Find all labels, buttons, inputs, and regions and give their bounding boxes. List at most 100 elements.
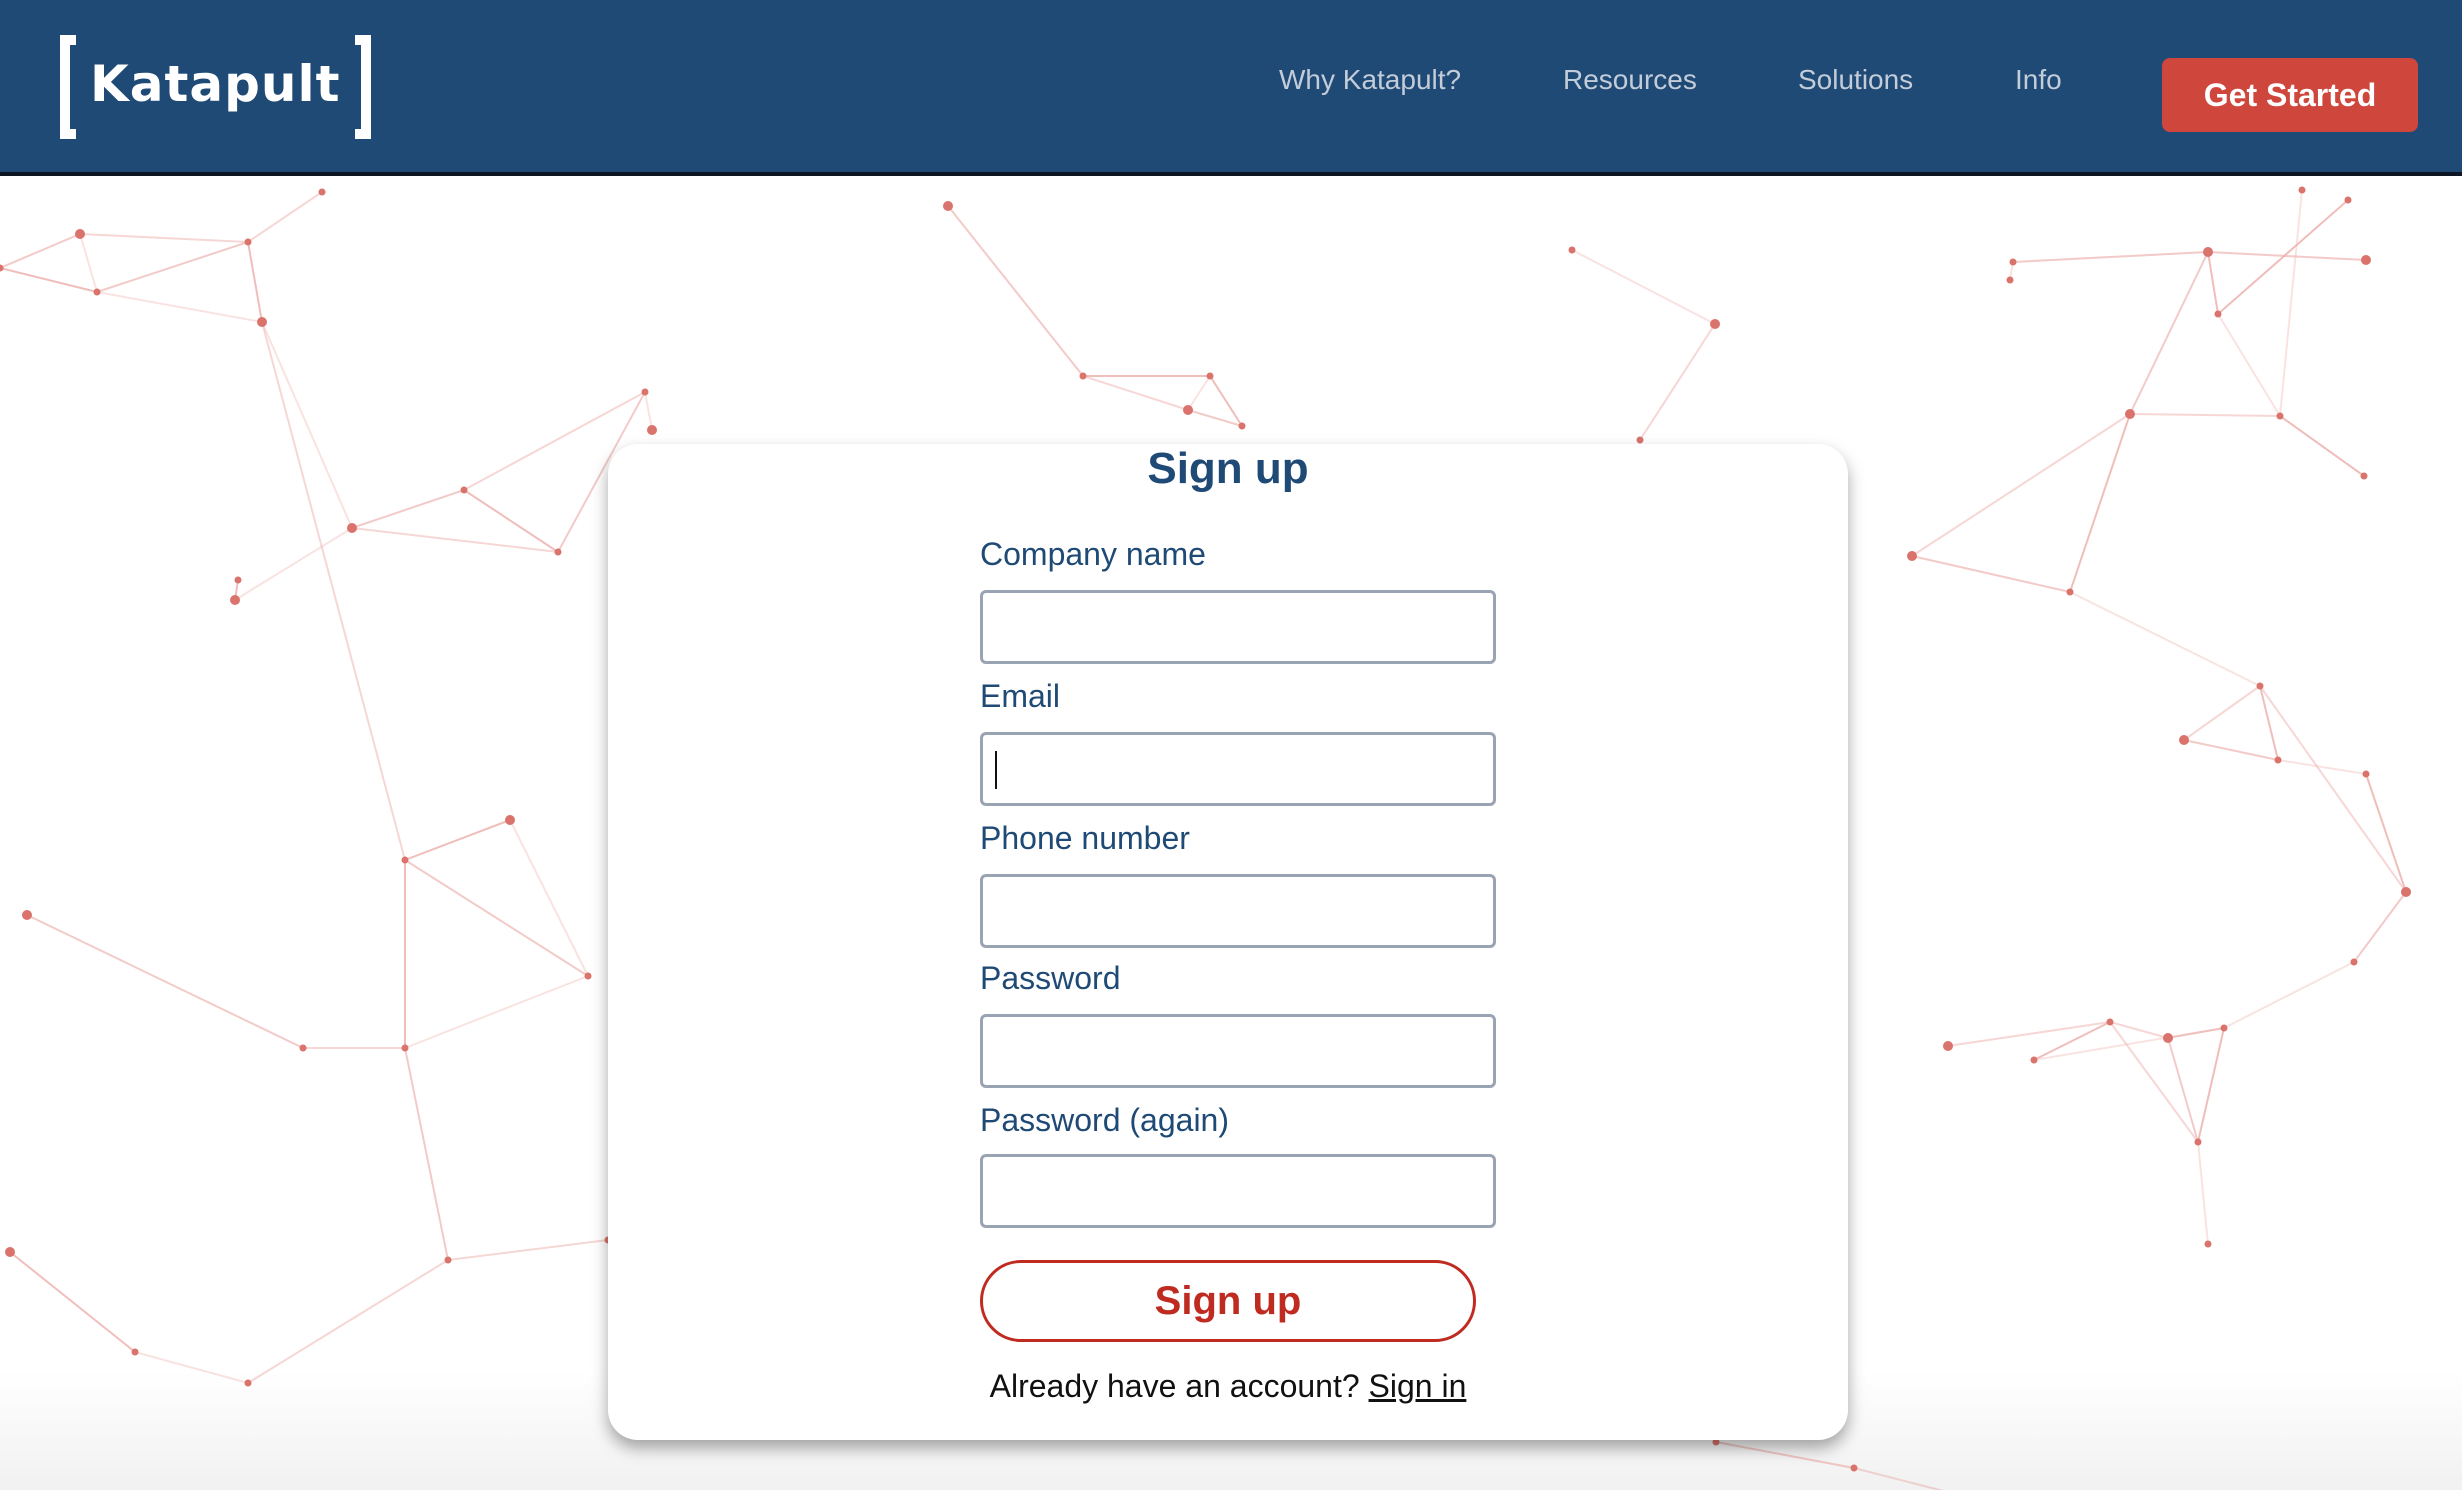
network-node — [2350, 958, 2358, 966]
network-node — [505, 815, 515, 825]
network-line — [1639, 323, 1716, 441]
network-line — [0, 233, 81, 269]
network-line — [96, 291, 263, 323]
network-line — [0, 267, 98, 293]
network-line — [2279, 415, 2365, 477]
password-again-label: Password (again) — [980, 1102, 1229, 1138]
network-node — [2401, 887, 2411, 897]
network-node — [444, 1256, 452, 1264]
navbar: Katapult Why Katapult? Resources Solutio… — [0, 0, 2462, 176]
network-node — [2203, 247, 2213, 257]
network-node — [131, 1348, 139, 1356]
network-node — [230, 595, 240, 605]
network-line — [2223, 961, 2355, 1029]
network-node — [2274, 756, 2282, 764]
network-line — [2365, 773, 2407, 893]
nav-resources[interactable]: Resources — [1563, 64, 1697, 96]
network-line — [2197, 1027, 2225, 1143]
signup-button[interactable]: Sign up — [980, 1260, 1476, 1342]
network-node — [2163, 1033, 2173, 1043]
network-line — [1082, 375, 1189, 411]
network-node — [647, 425, 657, 435]
network-node — [2214, 310, 2222, 318]
network-node — [2125, 409, 2135, 419]
network-line — [9, 1251, 136, 1353]
network-node — [5, 1247, 15, 1257]
network-line — [261, 321, 353, 529]
network-node — [460, 486, 468, 494]
network-node — [299, 1044, 307, 1052]
nav-solutions[interactable]: Solutions — [1798, 64, 1913, 96]
network-line — [247, 191, 323, 243]
network-line — [404, 859, 589, 977]
get-started-button[interactable]: Get Started — [2162, 58, 2418, 132]
network-node — [2204, 1240, 2212, 1248]
signup-card: Sign up Company name Email Phone number … — [608, 444, 1848, 1440]
network-line — [2207, 251, 2219, 315]
network-line — [1715, 1441, 1855, 1469]
network-line — [2129, 413, 2281, 417]
network-line — [1911, 555, 2071, 593]
network-line — [2167, 1037, 2199, 1143]
network-line — [96, 241, 249, 293]
network-line — [447, 1239, 609, 1261]
phone-number-input[interactable] — [980, 874, 1496, 948]
network-node — [234, 576, 242, 584]
network-node — [244, 1379, 252, 1387]
network-line — [2197, 1141, 2209, 1245]
network-line — [404, 1047, 449, 1261]
company-name-label: Company name — [980, 536, 1206, 572]
network-node — [554, 548, 562, 556]
network-line — [351, 489, 465, 529]
network-node — [943, 201, 953, 211]
network-line — [2069, 413, 2131, 593]
network-line — [644, 391, 653, 431]
network-line — [2183, 685, 2261, 741]
network-node — [1850, 1464, 1858, 1472]
network-line — [2259, 685, 2407, 893]
katapult-logo[interactable]: Katapult — [60, 34, 371, 140]
network-line — [2353, 891, 2407, 963]
network-line — [2012, 251, 2209, 263]
network-node — [257, 317, 267, 327]
network-node — [1238, 422, 1246, 430]
logo-text: Katapult — [90, 55, 341, 113]
password-again-input[interactable] — [980, 1154, 1496, 1228]
nav-info[interactable]: Info — [2015, 64, 2062, 96]
network-line — [2069, 591, 2261, 687]
network-node — [1710, 319, 1720, 329]
network-line — [509, 819, 589, 977]
network-line — [2109, 1021, 2169, 1039]
network-node — [2220, 1024, 2228, 1032]
signin-link[interactable]: Sign in — [1369, 1368, 1467, 1404]
network-line — [134, 1351, 249, 1384]
signin-prompt-text: Already have an account? — [989, 1368, 1360, 1404]
network-node — [2298, 186, 2306, 194]
network-node — [1907, 551, 1917, 561]
logo-bracket-right-icon — [354, 35, 371, 139]
network-line — [1853, 1467, 1944, 1490]
network-line — [234, 527, 353, 601]
email-input[interactable] — [980, 732, 1496, 806]
network-node — [1943, 1041, 1953, 1051]
network-node — [22, 910, 32, 920]
password-input[interactable] — [980, 1014, 1496, 1088]
network-node — [244, 238, 252, 246]
company-name-input[interactable] — [980, 590, 1496, 664]
network-line — [947, 205, 1084, 377]
network-node — [2106, 1018, 2114, 1026]
page: Katapult Why Katapult? Resources Solutio… — [0, 0, 2462, 1490]
network-node — [584, 972, 592, 980]
network-line — [2183, 739, 2279, 761]
network-node — [1568, 246, 1576, 254]
nav-why-katapult[interactable]: Why Katapult? — [1279, 64, 1461, 96]
signup-title: Sign up — [1147, 444, 1309, 493]
network-line — [79, 233, 98, 293]
network-line — [247, 241, 263, 323]
network-node — [401, 856, 409, 864]
network-node — [641, 388, 649, 396]
logo-bracket-left-icon — [60, 35, 76, 139]
network-node — [2344, 196, 2352, 204]
text-caret — [995, 751, 997, 789]
network-node — [2006, 276, 2014, 284]
